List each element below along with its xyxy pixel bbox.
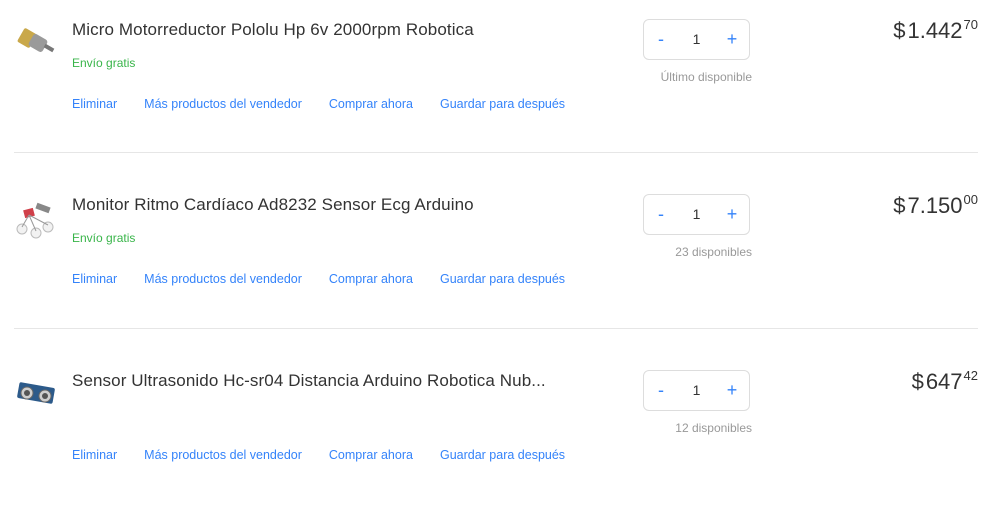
price-integer: 7.150: [907, 193, 963, 218]
save-later-link[interactable]: Guardar para después: [440, 448, 565, 462]
product-title[interactable]: Monitor Ritmo Cardíaco Ad8232 Sensor Ecg…: [72, 195, 474, 215]
price: $7.15000: [893, 192, 978, 219]
price-decimals: 42: [963, 368, 978, 383]
buy-now-link[interactable]: Comprar ahora: [329, 97, 413, 111]
buy-now-link[interactable]: Comprar ahora: [329, 448, 413, 462]
product-title[interactable]: Micro Motorreductor Pololu Hp 6v 2000rpm…: [72, 20, 474, 40]
item-separator: [14, 328, 978, 329]
save-later-link[interactable]: Guardar para después: [440, 272, 565, 286]
price-integer: 1.442: [907, 18, 963, 43]
delete-link[interactable]: Eliminar: [72, 97, 117, 111]
quantity-stepper: - 1 +: [643, 370, 750, 411]
decrease-quantity-button[interactable]: -: [646, 20, 676, 59]
buy-now-link[interactable]: Comprar ahora: [329, 272, 413, 286]
product-image[interactable]: [14, 20, 58, 64]
increase-quantity-button[interactable]: +: [717, 371, 747, 410]
cart-item: Sensor Ultrasonido Hc-sr04 Distancia Ard…: [0, 353, 1002, 529]
quantity-value[interactable]: 1: [674, 195, 719, 234]
price-decimals: 00: [963, 192, 978, 207]
price-decimals: 70: [963, 17, 978, 32]
quantity-value[interactable]: 1: [674, 20, 719, 59]
price-currency: $: [893, 193, 906, 218]
more-from-seller-link[interactable]: Más productos del vendedor: [144, 272, 302, 286]
quantity-value[interactable]: 1: [674, 371, 719, 410]
ultrasonic-sensor-icon: [17, 382, 55, 404]
item-actions: Eliminar Más productos del vendedor Comp…: [72, 272, 592, 286]
free-shipping-label: Envío gratis: [72, 231, 136, 245]
cart-item: Monitor Ritmo Cardíaco Ad8232 Sensor Ecg…: [0, 177, 1002, 353]
item-actions: Eliminar Más productos del vendedor Comp…: [72, 448, 592, 462]
price: $64742: [911, 368, 978, 395]
motor-icon: [17, 28, 55, 53]
free-shipping-label: Envío gratis: [72, 56, 136, 70]
product-title[interactable]: Sensor Ultrasonido Hc-sr04 Distancia Ard…: [72, 371, 546, 391]
price-currency: $: [893, 18, 906, 43]
availability-label: Último disponible: [660, 70, 752, 84]
ecg-sensor-icon: [16, 202, 54, 239]
quantity-stepper: - 1 +: [643, 19, 750, 60]
increase-quantity-button[interactable]: +: [717, 20, 747, 59]
product-image[interactable]: [14, 371, 58, 415]
availability-label: 23 disponibles: [675, 245, 752, 259]
availability-label: 12 disponibles: [675, 421, 752, 435]
price-integer: 647: [925, 369, 963, 394]
increase-quantity-button[interactable]: +: [717, 195, 747, 234]
quantity-stepper: - 1 +: [643, 194, 750, 235]
item-actions: Eliminar Más productos del vendedor Comp…: [72, 97, 592, 111]
product-image[interactable]: [14, 195, 58, 239]
more-from-seller-link[interactable]: Más productos del vendedor: [144, 97, 302, 111]
price: $1.44270: [893, 17, 978, 44]
decrease-quantity-button[interactable]: -: [646, 195, 676, 234]
more-from-seller-link[interactable]: Más productos del vendedor: [144, 448, 302, 462]
item-separator: [14, 152, 978, 153]
price-currency: $: [911, 369, 924, 394]
decrease-quantity-button[interactable]: -: [646, 371, 676, 410]
delete-link[interactable]: Eliminar: [72, 448, 117, 462]
save-later-link[interactable]: Guardar para después: [440, 97, 565, 111]
delete-link[interactable]: Eliminar: [72, 272, 117, 286]
